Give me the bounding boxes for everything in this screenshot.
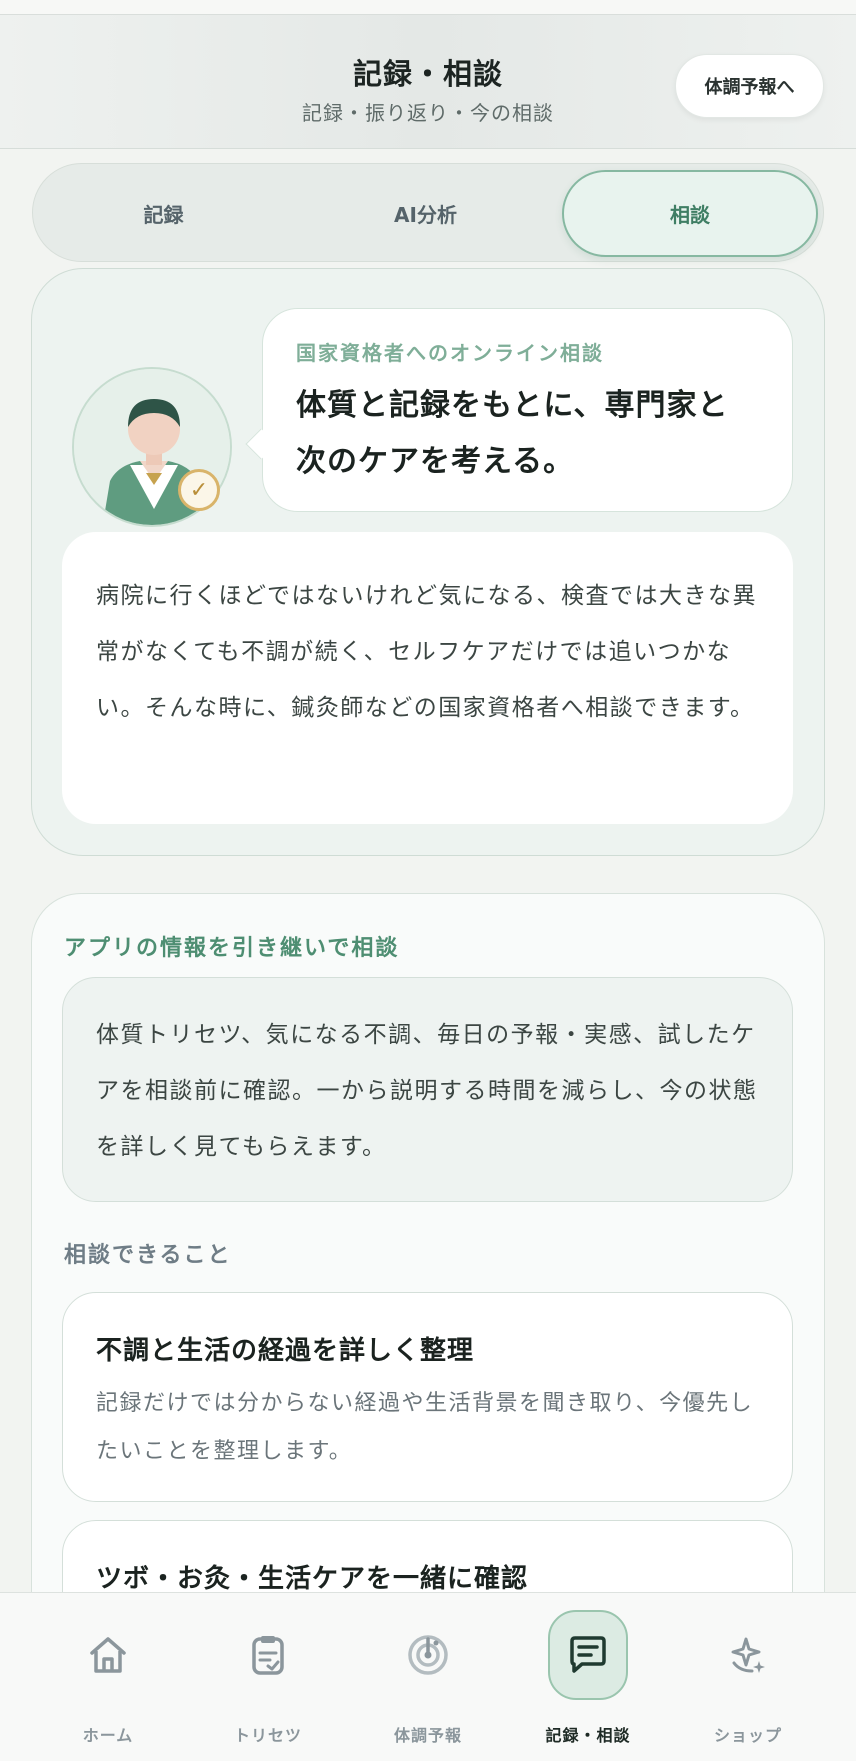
tab-label: ショップ xyxy=(713,1726,782,1745)
home-icon xyxy=(68,1610,148,1700)
tab-forecast[interactable]: 体調予報 xyxy=(358,1610,498,1750)
clipboard-icon xyxy=(228,1610,308,1700)
tab-label: トリセツ xyxy=(233,1726,302,1745)
tab-label: ホーム xyxy=(82,1726,134,1745)
tab-ai-analysis[interactable]: AI分析 xyxy=(303,170,548,257)
tab-record[interactable]: 記録 xyxy=(41,170,286,257)
intro-body: 病院に行くほどではないけれど気になる、検査では大きな異常がなくても不調が続く、セ… xyxy=(96,583,758,721)
intro-headline-line-2: 次のケアを考える。 xyxy=(296,444,575,479)
tab-home[interactable]: ホーム xyxy=(38,1610,178,1750)
chat-icon xyxy=(548,1610,628,1700)
consult-item-title: 不調と生活の経過を詳しく整理 xyxy=(96,1336,475,1366)
sparkle-icon xyxy=(708,1610,788,1700)
handover-label: アプリの情報を引き継いで相談 xyxy=(64,936,400,961)
intro-headline: 体質と記録をもとに、専門家と 次のケアを考える。 xyxy=(296,378,766,490)
verified-check-icon: ✓ xyxy=(178,469,220,511)
tab-label: 体調予報 xyxy=(393,1726,462,1745)
forecast-button[interactable]: 体調予報へ xyxy=(675,54,824,118)
tab-torisetsu[interactable]: トリセツ xyxy=(198,1610,338,1750)
tab-shop[interactable]: ショップ xyxy=(678,1610,818,1750)
consult-items-label: 相談できること xyxy=(64,1243,232,1268)
page-header: 記録・相談 記録・振り返り・今の相談 体調予報へ xyxy=(0,15,856,149)
intro-headline-line-1: 体質と記録をもとに、専門家と xyxy=(296,388,729,423)
tab-label: 記録・相談 xyxy=(545,1726,631,1745)
consult-item-desc: 記録だけでは分からない経過や生活背景を聞き取り、今優先したいことを整理します。 xyxy=(96,1391,754,1464)
segmented-control: 記録 AI分析 相談 xyxy=(32,163,824,262)
consult-item-title: ツボ・お灸・生活ケアを一緒に確認 xyxy=(96,1564,529,1594)
tab-consult[interactable]: 相談 xyxy=(562,170,818,257)
status-strip xyxy=(0,0,856,15)
radar-icon xyxy=(388,1610,468,1700)
intro-kicker: 国家資格者へのオンライン相談 xyxy=(296,341,604,365)
tab-record-consult[interactable]: 記録・相談 xyxy=(518,1610,658,1750)
handover-body: 体質トリセツ、気になる不調、毎日の予報・実感、試したケアを相談前に確認。一から説… xyxy=(96,1022,758,1160)
